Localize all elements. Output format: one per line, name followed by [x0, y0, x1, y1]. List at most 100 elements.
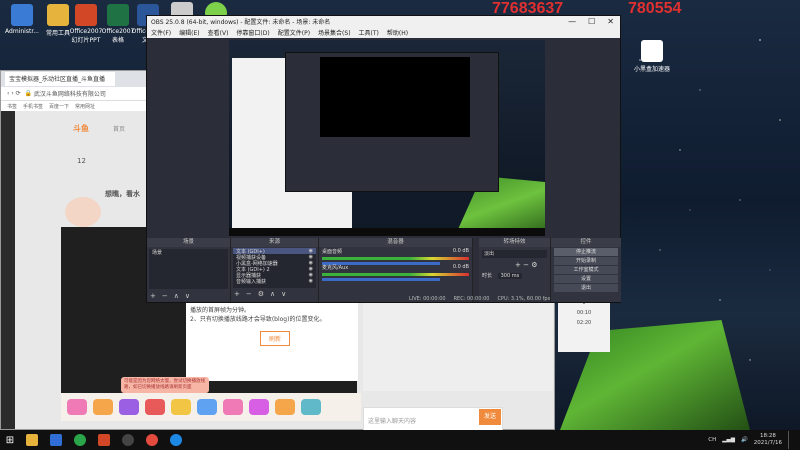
up-icon[interactable]: ∧ [270, 290, 275, 298]
refresh-button[interactable]: 刷新 [260, 331, 291, 346]
duration-input[interactable]: 300 ms [497, 273, 523, 279]
scenes-list: 场景 [149, 249, 228, 289]
preview-taskbar [229, 228, 545, 236]
gift-icon[interactable] [275, 399, 295, 415]
settings-button[interactable]: 设置 [554, 275, 618, 283]
bookmark-item[interactable]: 常用网址 [75, 103, 95, 110]
gift-icon[interactable] [67, 399, 87, 415]
gift-icon[interactable] [93, 399, 113, 415]
mixer-channel: 麦克风/Aux 0.0 dB [319, 263, 472, 281]
overlay-number-right: 780554 [628, 0, 682, 17]
menu-scene-collection[interactable]: 场景集合(S) [318, 28, 351, 37]
source-item[interactable]: 音频输入捕获 ◉ [233, 278, 316, 285]
menu-profile[interactable]: 配置文件(P) [278, 28, 310, 37]
volume-meter [322, 257, 469, 260]
gift-icon[interactable] [301, 399, 321, 415]
back-icon[interactable]: ‹ [7, 90, 9, 97]
bookmark-item[interactable]: 百度一下 [49, 103, 69, 110]
system-tray: CH ▂▄▆ 🔊 18:28 2021/7/16 [708, 431, 800, 449]
volume-slider[interactable] [322, 278, 440, 281]
channel-name: 桌面音频 [322, 249, 343, 255]
bookmark-item[interactable]: 手机书签 [23, 103, 43, 110]
excel-icon [107, 4, 129, 26]
menu-tools[interactable]: 工具(T) [359, 28, 379, 37]
level-badge: 12 [77, 157, 86, 165]
network-icon[interactable]: ▂▄▆ [722, 437, 735, 443]
desktop-icon-accelerator[interactable]: 小黑盒加速器 [632, 40, 672, 73]
live-stats-panel: 0 00:10 02:20 [558, 296, 610, 352]
menu-help[interactable]: 帮助(H) [387, 28, 408, 37]
volume-icon[interactable]: 🔊 [741, 437, 748, 443]
gift-icon[interactable] [119, 399, 139, 415]
gift-icon[interactable] [223, 399, 243, 415]
send-button[interactable]: 发送 [479, 409, 501, 425]
warning-banner: 可能是因为您网络太慢，尝试切换播放线路，如已切换播放线路请刷新页面 [121, 377, 209, 393]
sources-dock: 来源 文本 (GDI+) ◉ 视频捕获设备 ◉ 小黑盒-网络加速器 ◉ 文本 (GDI… [231, 238, 319, 302]
gear-icon[interactable]: ⚙ [531, 261, 537, 269]
lightning-icon [641, 40, 663, 62]
start-recording-button[interactable]: 开始录制 [554, 257, 618, 265]
gift-icon[interactable] [171, 399, 191, 415]
add-icon[interactable]: + [515, 261, 521, 269]
down-icon[interactable]: ∨ [281, 290, 286, 298]
scene-item[interactable]: 场景 [149, 249, 228, 256]
gift-icon[interactable] [197, 399, 217, 415]
media-icon[interactable] [50, 434, 62, 446]
scenes-title: 场景 [147, 238, 230, 247]
notice-line: 2、只有切换播放线路才会导致(blog)的位置变化。 [190, 316, 326, 323]
remove-icon[interactable]: − [246, 290, 252, 298]
obs-titlebar[interactable]: OBS 25.0.8 (64-bit, windows) - 配置文件: 未命名… [147, 16, 620, 27]
forward-icon[interactable]: › [11, 90, 13, 97]
menu-view[interactable]: 查看(V) [208, 28, 229, 37]
app-icon[interactable] [98, 434, 110, 446]
douyu-icon[interactable] [146, 434, 158, 446]
site-logo[interactable]: 斗鱼 [73, 123, 89, 134]
add-icon[interactable]: + [150, 292, 156, 300]
add-icon[interactable]: + [234, 290, 240, 298]
stop-streaming-button[interactable]: 停止推流 [554, 248, 618, 256]
scenes-dock: 场景 场景 + − ∧ ∨ [147, 238, 231, 302]
notice-panel: 播放的首屏帧为分钟。 2、只有切换播放线路才会导致(blog)的位置变化。 刷新 [186, 301, 358, 381]
url-text: 武汉斗鱼网络科技有限公司 [33, 91, 106, 98]
transition-select[interactable]: 淡出 [482, 250, 547, 258]
obs-icon[interactable] [122, 434, 134, 446]
menu-file[interactable]: 文件(F) [151, 28, 171, 37]
visibility-icon[interactable]: ◉ [309, 278, 316, 284]
chrome-icon[interactable] [74, 434, 86, 446]
mixer-title: 混音器 [319, 238, 472, 247]
desktop-icon-administrator[interactable]: Administr... [2, 4, 42, 35]
gift-icon[interactable] [145, 399, 165, 415]
exit-button[interactable]: 退出 [554, 284, 618, 292]
taskbar-clock[interactable]: 18:28 2021/7/16 [754, 433, 782, 447]
gift-icon[interactable] [249, 399, 269, 415]
close-icon[interactable]: ✕ [607, 17, 614, 26]
powerpoint-icon [75, 4, 97, 26]
mascot-icon [65, 197, 101, 227]
browser-tab[interactable]: 宝宝模拟器_乐动社区直播_斗鱼直播 [5, 72, 115, 86]
browser-icon[interactable] [170, 434, 182, 446]
controls-dock: 控件 停止推流 开始录制 工作室模式 设置 退出 [551, 238, 621, 302]
up-icon[interactable]: ∧ [174, 292, 179, 300]
stat-value: 00:10 [576, 310, 592, 316]
maximize-icon[interactable]: ☐ [588, 17, 595, 26]
input-method-indicator[interactable]: CH [708, 437, 716, 443]
file-explorer-icon[interactable] [26, 434, 38, 446]
show-desktop-button[interactable] [788, 431, 792, 449]
down-icon[interactable]: ∨ [185, 292, 190, 300]
nav-home-link[interactable]: 首页 [113, 124, 125, 133]
studio-mode-button[interactable]: 工作室模式 [554, 266, 618, 274]
bookmark-item[interactable]: 书签 [7, 103, 17, 110]
channel-name: 麦克风/Aux [322, 265, 349, 271]
menu-edit[interactable]: 编辑(E) [179, 28, 199, 37]
minimize-icon[interactable]: — [568, 17, 576, 26]
windows-icon[interactable]: ⊞ [0, 430, 20, 450]
gear-icon[interactable]: ⚙ [258, 290, 264, 298]
obs-menubar: 文件(F) 编辑(E) 查看(V) 停靠窗口(D) 配置文件(P) 场景集合(S… [147, 27, 620, 38]
refresh-icon[interactable]: ⟳ [16, 90, 21, 97]
menu-docks[interactable]: 停靠窗口(D) [236, 28, 269, 37]
anchor-text: 想瞧，看水 [105, 190, 140, 198]
transitions-dock: 转场特效 淡出 + − ⚙ 时长 300 ms [479, 238, 551, 302]
remove-icon[interactable]: − [523, 261, 529, 269]
remove-icon[interactable]: − [162, 292, 168, 300]
obs-preview[interactable] [229, 40, 545, 236]
